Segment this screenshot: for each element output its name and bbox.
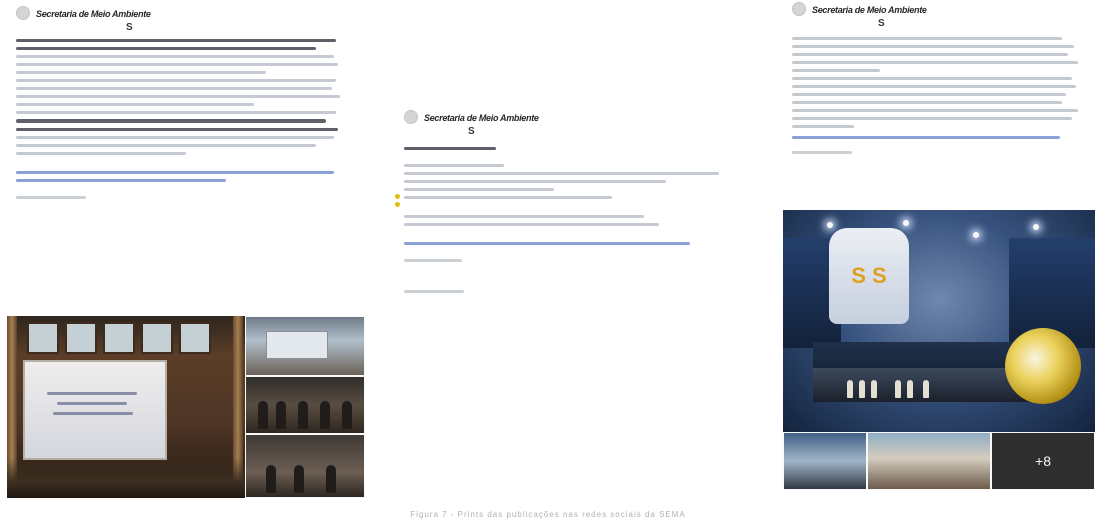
post-2-footer: [404, 290, 464, 294]
post-1-links[interactable]: [16, 170, 346, 182]
post-2-header: Secretaria de Meio Ambiente S: [404, 108, 734, 137]
more-photos-count: +8: [1035, 453, 1051, 469]
post-1: Secretaria de Meio Ambiente S: [16, 4, 346, 204]
post-1-avatar[interactable]: [16, 6, 30, 20]
post-3-body: [792, 37, 1088, 128]
post-3-thumb-1[interactable]: [783, 432, 867, 490]
post-3-header: Secretaria de Meio Ambiente S: [792, 0, 1088, 29]
post-2-author[interactable]: Secretaria de Meio Ambiente: [424, 113, 539, 123]
post-2-link[interactable]: [404, 242, 690, 246]
post-2-meta-glyph: S: [468, 126, 475, 137]
post-1-thumb-3[interactable]: [245, 434, 365, 498]
post-2-avatar[interactable]: [404, 110, 418, 124]
post-1-header: Secretaria de Meio Ambiente S: [16, 4, 346, 33]
post-3-link[interactable]: [792, 136, 1060, 139]
post-3-hashtags: [792, 151, 852, 154]
post-1-body: [16, 39, 341, 155]
post-3-main-photo[interactable]: S S: [783, 210, 1095, 432]
post-3-avatar[interactable]: [792, 2, 806, 16]
post-1-thumb-2[interactable]: [245, 376, 365, 434]
post-2-body: [395, 164, 734, 208]
post-1-author[interactable]: Secretaria de Meio Ambiente: [36, 9, 151, 19]
post-1-thumb-1[interactable]: [245, 316, 365, 376]
post-3-meta-glyph: S: [878, 18, 885, 29]
post-2-body-2: [404, 215, 734, 227]
post-1-meta-glyph: S: [126, 22, 133, 33]
post-3-author[interactable]: Secretaria de Meio Ambiente: [812, 5, 927, 15]
post-3: Secretaria de Meio Ambiente S: [792, 0, 1088, 159]
post-2-headline: [404, 147, 496, 151]
post-2-hashtags: [404, 259, 462, 263]
post-3-sign: S S: [829, 228, 909, 324]
post-3-more-photos[interactable]: +8: [991, 432, 1095, 490]
figure-caption: Figura 7 - Prints das publicações nas re…: [410, 510, 686, 519]
post-1-hashtags: [16, 195, 86, 199]
post-1-main-photo[interactable]: [7, 316, 245, 498]
post-2: Secretaria de Meio Ambiente S: [395, 108, 734, 298]
post-3-thumb-2[interactable]: [867, 432, 991, 490]
